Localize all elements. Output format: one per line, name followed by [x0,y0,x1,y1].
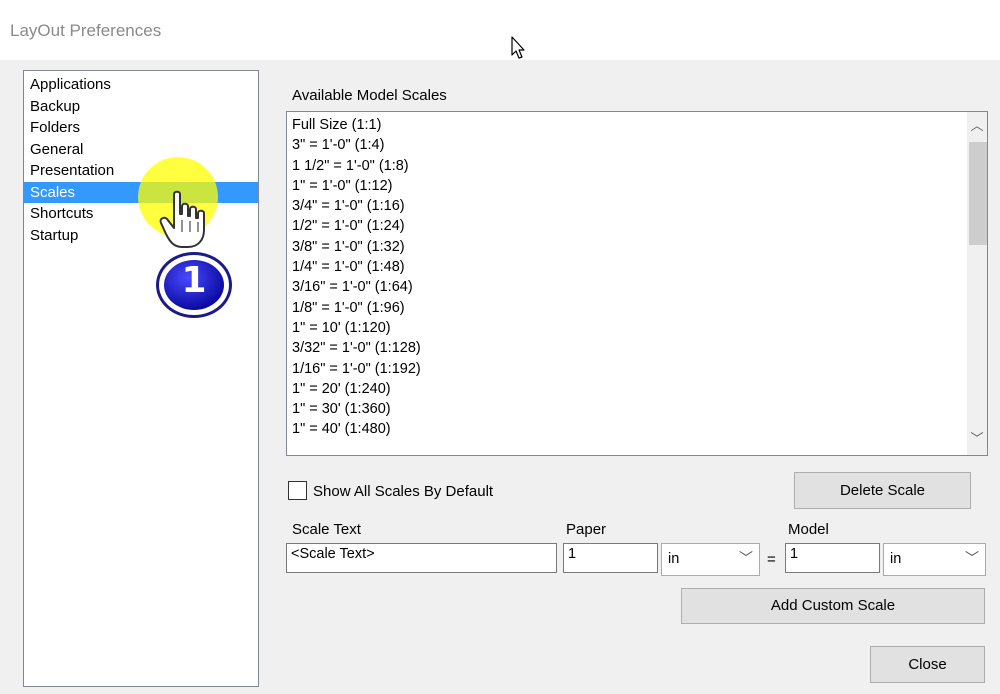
category-item-folders[interactable]: Folders [24,117,258,139]
scale-list-item[interactable]: 1" = 10' (1:120) [292,318,421,338]
scale-list-item[interactable]: 1 1/2" = 1'-0" (1:8) [292,156,421,176]
scale-list-item[interactable]: 1" = 40' (1:480) [292,419,421,439]
add-custom-scale-button[interactable]: Add Custom Scale [681,588,985,624]
model-label: Model [788,521,829,538]
paper-label: Paper [566,521,607,538]
scale-list-item[interactable]: 1" = 30' (1:360) [292,399,421,419]
available-scales-list[interactable]: Full Size (1:1) 3" = 1'-0" (1:4) 1 1/2" = … [286,111,988,456]
scale-list-item[interactable]: 1" = 20' (1:240) [292,379,421,399]
scale-list-item[interactable]: 1/16" = 1'-0" (1:192) [292,359,421,379]
scale-list-item[interactable]: 1" = 1'-0" (1:12) [292,176,421,196]
scale-list-item[interactable]: 3/16" = 1'-0" (1:64) [292,277,421,297]
scale-list-item[interactable]: 3/8" = 1'-0" (1:32) [292,237,421,257]
scrollbar-thumb[interactable] [969,142,987,245]
mouse-cursor-icon [511,36,527,64]
scales-scrollbar[interactable]: ︿ ﹀ [967,112,987,455]
scale-list-item[interactable]: 1/2" = 1'-0" (1:24) [292,216,421,236]
category-item-backup[interactable]: Backup [24,96,258,118]
model-unit-value: in [890,551,902,567]
scroll-up-icon[interactable]: ︿ [967,116,987,136]
scale-list-item[interactable]: 3/4" = 1'-0" (1:16) [292,196,421,216]
window-title: LayOut Preferences [10,21,162,40]
scale-list-item[interactable]: 1/8" = 1'-0" (1:96) [292,298,421,318]
scroll-down-icon[interactable]: ﹀ [967,429,987,449]
scale-text-label: Scale Text [292,521,361,538]
model-value-input[interactable]: 1 [785,543,880,573]
step-badge: 1 [153,250,235,320]
delete-scale-button[interactable]: Delete Scale [794,472,971,509]
paper-unit-value: in [668,551,680,567]
title-bar: LayOut Preferences [0,0,1000,60]
paper-unit-select[interactable]: in ﹀ [661,543,760,576]
paper-value-input[interactable]: 1 [563,543,658,573]
step-number: 1 [181,260,207,301]
hand-pointer-icon [159,190,205,248]
available-scales-heading: Available Model Scales [292,87,447,104]
close-button[interactable]: Close [870,646,985,683]
category-item-applications[interactable]: Applications [24,74,258,96]
scale-list-item[interactable]: 3/32" = 1'-0" (1:128) [292,338,421,358]
scale-text-input[interactable]: <Scale Text> [286,543,557,573]
equals-sign: = [767,551,776,568]
scale-list-item[interactable]: 3" = 1'-0" (1:4) [292,135,421,155]
show-all-scales-checkbox[interactable] [288,481,307,500]
scale-list-item[interactable]: 1/4" = 1'-0" (1:48) [292,257,421,277]
chevron-down-icon: ﹀ [965,550,979,566]
scale-list-item[interactable]: Full Size (1:1) [292,115,421,135]
chevron-down-icon: ﹀ [739,550,753,566]
show-all-scales-label: Show All Scales By Default [313,483,494,500]
model-unit-select[interactable]: in ﹀ [883,543,986,576]
